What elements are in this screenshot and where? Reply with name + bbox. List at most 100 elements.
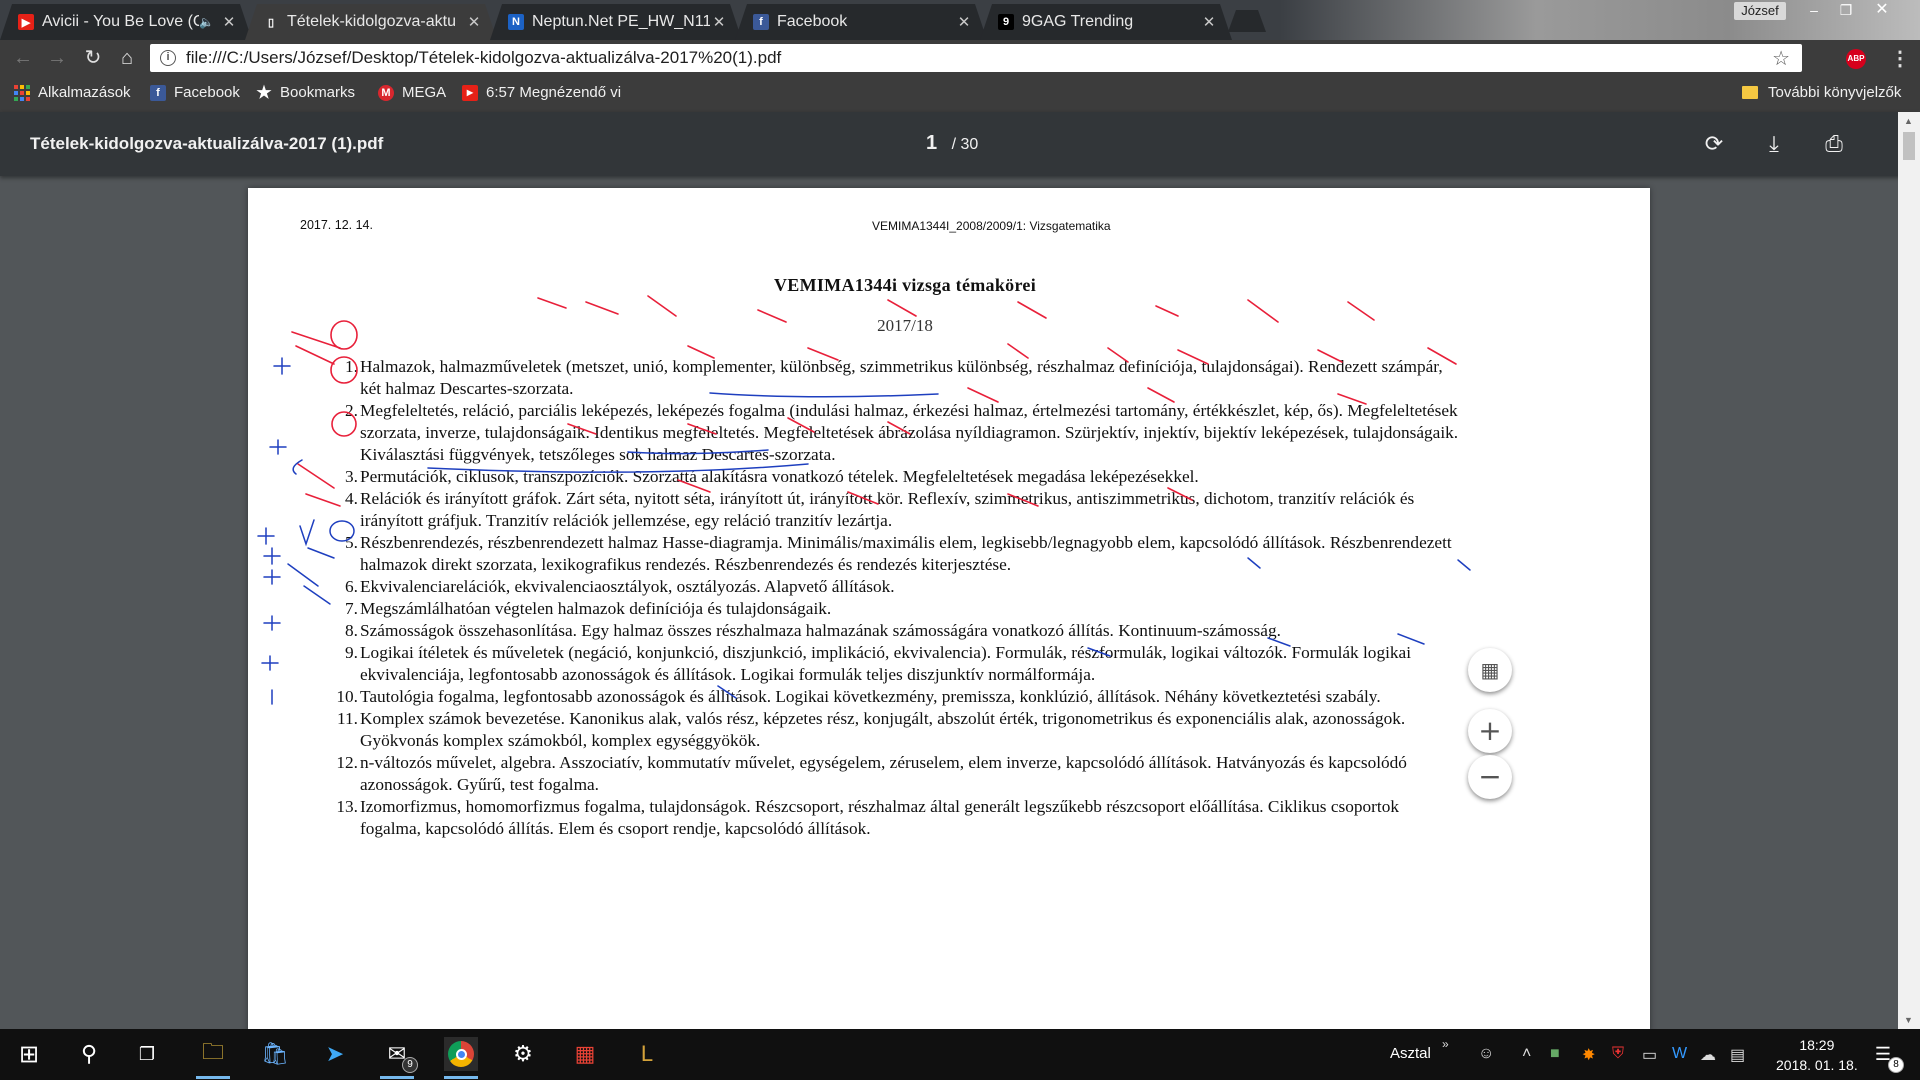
close-tab-icon[interactable]: ✕ xyxy=(710,13,728,31)
topic-text-line: Megszámlálhatóan végtelen halmazok defin… xyxy=(360,599,832,618)
tab-4[interactable]: f Facebook ✕ xyxy=(735,4,987,40)
people-icon[interactable]: ☺ xyxy=(1478,1045,1494,1063)
back-button[interactable]: ← xyxy=(10,46,36,70)
new-tab-button[interactable] xyxy=(1228,10,1266,32)
document-icon: ▯ xyxy=(267,16,275,29)
zoom-out-button[interactable]: − xyxy=(1468,755,1512,799)
search-icon[interactable]: ⚲ xyxy=(72,1037,106,1071)
scroll-down-icon[interactable]: ▼ xyxy=(1904,1015,1913,1025)
topic-text-line: irányított gráfjuk. Tranzitív relációk j… xyxy=(360,511,893,530)
windows-start-icon[interactable]: ⊞ xyxy=(12,1037,46,1071)
task-view-icon[interactable]: ❐ xyxy=(130,1037,164,1071)
fit-to-page-button[interactable]: ▦ xyxy=(1468,648,1512,692)
topic-text-line: Számosságok összehasonlítása. Egy halmaz… xyxy=(360,621,1281,640)
topic-number: 6. xyxy=(345,577,358,596)
facebook-icon: f xyxy=(150,84,166,101)
file-explorer-icon[interactable]: 🗀 xyxy=(196,1037,230,1079)
rotate-icon[interactable]: ⟳ xyxy=(1698,128,1730,160)
bookmark-mega[interactable]: M MEGA xyxy=(378,84,446,101)
restore-icon[interactable]: ❐ xyxy=(1830,0,1862,20)
topic-item: 3. Permutációk, ciklusok, transzpozíciók.… xyxy=(328,466,1568,488)
bookmarks-bar: Alkalmazások f Facebook ★ Bookmarks M ME… xyxy=(0,76,1920,112)
minimize-icon[interactable]: – xyxy=(1798,0,1830,20)
photos-icon[interactable]: ▦ xyxy=(568,1037,602,1071)
desktop-toolbar-label[interactable]: Asztal xyxy=(1390,1045,1431,1062)
topic-number: 8. xyxy=(345,621,358,640)
word-icon[interactable]: W xyxy=(1672,1045,1687,1063)
topic-text-line: Komplex számok bevezetése. Kanonikus ala… xyxy=(360,709,1406,728)
toolbar-expand-icon[interactable]: » xyxy=(1442,1037,1449,1051)
vertical-scrollbar[interactable]: ▲ ▼ xyxy=(1898,112,1920,1029)
close-window-icon[interactable]: ✕ xyxy=(1866,0,1898,20)
tab-3[interactable]: N Neptun.Net PE_HW_N11 ✕ xyxy=(490,4,742,40)
tab-title: Tételek-kidolgozva-aktu xyxy=(287,13,456,30)
youtube-icon: ▶ xyxy=(18,14,34,30)
bookmark-bookmarks[interactable]: ★ Bookmarks xyxy=(256,83,355,102)
security-shield-icon[interactable]: ⛨ xyxy=(1612,1045,1624,1063)
close-tab-icon[interactable]: ✕ xyxy=(220,13,238,31)
pdf-page: 2017. 12. 14. VEMIMA1344I_2008/2009/1: V… xyxy=(248,188,1650,1029)
tray-app-icon[interactable]: ■ xyxy=(1550,1045,1560,1063)
topic-number: 13. xyxy=(336,797,358,816)
bookmark-facebook[interactable]: f Facebook xyxy=(150,84,240,101)
topic-text-line: szorzata, inverze, tulajdonságaik. Ident… xyxy=(360,423,1459,442)
home-button[interactable]: ⌂ xyxy=(114,46,140,70)
onedrive-icon[interactable]: ☁ xyxy=(1700,1045,1716,1065)
topic-text-line: n-változós művelet, algebra. Asszociatív… xyxy=(360,753,1407,772)
network-icon[interactable]: ▤ xyxy=(1730,1045,1745,1065)
scroll-thumb[interactable] xyxy=(1903,132,1915,160)
address-bar[interactable]: i file:///C:/Users/József/Desktop/Tétele… xyxy=(150,44,1802,72)
adblock-plus-icon[interactable]: ABP xyxy=(1846,49,1866,69)
pdf-viewer[interactable]: 2017. 12. 14. VEMIMA1344I_2008/2009/1: V… xyxy=(0,176,1920,1029)
chrome-menu-icon[interactable]: ⋮ xyxy=(1890,46,1910,71)
topic-text-line: Kiválasztási függvények, tetszőleges sok… xyxy=(360,445,836,464)
chrome-icon[interactable] xyxy=(444,1037,478,1079)
scroll-up-icon[interactable]: ▲ xyxy=(1904,116,1913,126)
youtube-icon: ▶ xyxy=(462,84,478,101)
zoom-in-button[interactable]: + xyxy=(1468,709,1512,753)
topic-number: 3. xyxy=(345,467,358,486)
close-tab-icon[interactable]: ✕ xyxy=(955,13,973,31)
bookmark-star-icon[interactable]: ☆ xyxy=(1772,46,1790,71)
download-icon[interactable]: ⤓ xyxy=(1758,128,1790,160)
info-icon[interactable]: i xyxy=(160,50,176,66)
print-icon[interactable]: ⎙ xyxy=(1818,128,1850,160)
close-tab-icon[interactable]: ✕ xyxy=(1200,13,1218,31)
settings-icon[interactable]: ⚙ xyxy=(506,1037,540,1071)
league-of-legends-icon[interactable]: L xyxy=(630,1037,664,1071)
browser-icon[interactable]: ➤ xyxy=(318,1037,352,1071)
battery-icon[interactable]: ▭ xyxy=(1642,1045,1657,1065)
topic-text-line: Tautológia fogalma, legfontosabb azonoss… xyxy=(360,687,1381,706)
topic-number: 4. xyxy=(345,489,358,508)
tab-1[interactable]: ▶ Avicii - You Be Love (C 🔈 ✕ xyxy=(0,4,252,40)
topic-item: 12. n-változós művelet, algebra. Asszocia… xyxy=(328,752,1568,796)
action-center-icon[interactable]: ☰ 8 xyxy=(1866,1037,1904,1073)
topic-list: 1. Halmazok, halmazműveletek (metszet, un… xyxy=(328,356,1568,840)
topic-text-line: Relációk és irányított gráfok. Zárt séta… xyxy=(360,489,1415,508)
topic-text-line: Részbenrendezés, részbenrendezett halmaz… xyxy=(360,533,1452,552)
reload-button[interactable]: ↻ xyxy=(80,46,106,70)
topic-text-line: Halmazok, halmazműveletek (metszet, unió… xyxy=(360,357,1443,376)
other-bookmarks-folder[interactable]: További könyvjelzők xyxy=(1742,84,1901,101)
clock[interactable]: 18:29 2018. 01. 18. xyxy=(1776,1035,1858,1075)
folder-icon xyxy=(1742,86,1758,99)
mail-icon[interactable]: ✉ 9 xyxy=(380,1037,418,1079)
tab-strip: ▶ Avicii - You Be Love (C 🔈 ✕ ▯ Tételek-kidol… xyxy=(0,0,1920,40)
tray-overflow-icon[interactable]: ˄ xyxy=(1522,1045,1531,1063)
topic-text-line: Megfeleltetés, reláció, parciális leképe… xyxy=(360,401,1458,420)
close-tab-icon[interactable]: ✕ xyxy=(465,13,483,31)
bookmark-apps[interactable]: Alkalmazások xyxy=(14,84,131,101)
topic-item: 10. Tautológia fogalma, legfontosabb azon… xyxy=(328,686,1568,708)
forward-button[interactable]: → xyxy=(44,46,70,70)
topic-text-line: Permutációk, ciklusok, transzpozíciók. S… xyxy=(360,467,1199,486)
current-page-input[interactable]: 1 xyxy=(926,132,937,154)
store-icon[interactable]: 🛍 xyxy=(258,1037,292,1071)
speaker-icon[interactable]: 🔈 xyxy=(199,15,214,29)
bookmark-watch-later[interactable]: ▶ 6:57 Megnézendő vi xyxy=(462,84,632,101)
tab-5[interactable]: 9 9GAG Trending ✕ xyxy=(980,4,1232,40)
avast-icon[interactable]: ✸ xyxy=(1582,1045,1595,1065)
topic-item: 11. Komplex számok bevezetése. Kanonikus … xyxy=(328,708,1568,752)
profile-button[interactable]: József xyxy=(1734,2,1786,20)
topic-number: 11. xyxy=(337,709,358,728)
tab-2[interactable]: ▯ Tételek-kidolgozva-aktu ✕ xyxy=(245,4,497,40)
